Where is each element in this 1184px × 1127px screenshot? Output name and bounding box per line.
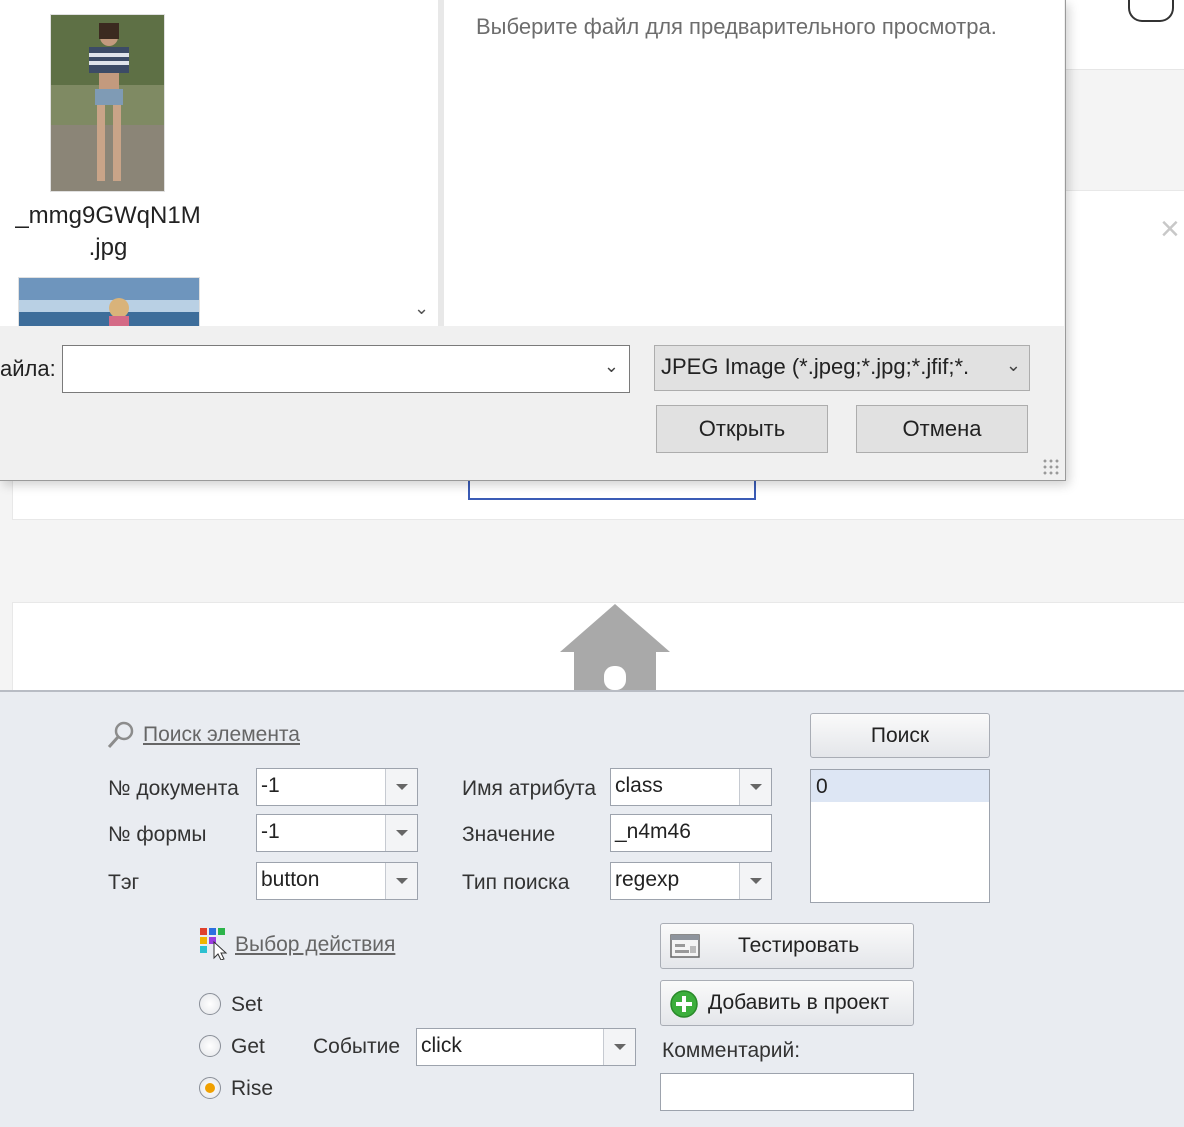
doc-number-value: -1	[261, 774, 280, 797]
event-combo[interactable]: click	[416, 1028, 636, 1066]
dropdown-arrow-icon[interactable]	[739, 769, 771, 805]
chevron-down-icon[interactable]: ⌄	[604, 356, 619, 377]
photo-image	[19, 278, 199, 326]
dropdown-arrow-icon[interactable]	[739, 863, 771, 899]
form-number-label: № формы	[108, 823, 207, 846]
radio-rise-label: Rise	[231, 1077, 274, 1100]
add-button-label: Добавить в проект	[708, 991, 890, 1014]
dropdown-arrow-icon[interactable]	[385, 863, 417, 899]
add-to-project-button[interactable]: Добавить в проект	[660, 980, 914, 1026]
file-type-value: JPEG Image (*.jpeg;*.jpg;*.jfif;*.	[661, 354, 970, 379]
radio-get[interactable]	[199, 1035, 221, 1057]
photo-image	[51, 15, 164, 191]
search-type-label: Тип поиска	[462, 871, 570, 894]
user-icon[interactable]	[1128, 0, 1174, 22]
tag-value: button	[261, 868, 320, 891]
dropdown-arrow-icon[interactable]	[385, 769, 417, 805]
action-select-link[interactable]: Выбор действия	[235, 933, 395, 957]
event-value: click	[421, 1034, 462, 1057]
filename-label: айла:	[0, 356, 56, 381]
doc-number-label: № документа	[108, 777, 239, 800]
attr-name-label: Имя атрибута	[462, 777, 597, 800]
resize-grip-icon[interactable]	[1042, 458, 1060, 476]
attr-name-value: class	[615, 774, 663, 797]
attr-name-combo[interactable]: class	[610, 768, 772, 806]
preview-pane: Выберите файл для предварительного просм…	[444, 0, 1064, 326]
doc-number-combo[interactable]: -1	[256, 768, 418, 806]
dropdown-arrow-icon[interactable]	[603, 1029, 635, 1065]
file-type-select[interactable]: JPEG Image (*.jpeg;*.jpg;*.jfif;*. ⌄	[654, 345, 1030, 391]
tag-combo[interactable]: button	[256, 862, 418, 900]
search-element-link[interactable]: Поиск элемента	[143, 723, 300, 747]
open-button[interactable]: Открыть	[656, 405, 828, 453]
close-icon[interactable]: ×	[1160, 212, 1180, 246]
form-number-combo[interactable]: -1	[256, 814, 418, 852]
file-list[interactable]: _mmg9GWqN1M .jpg ⌄	[0, 0, 438, 326]
results-list[interactable]: 0	[810, 769, 990, 903]
attr-value-field[interactable]: _n4m46	[610, 814, 772, 852]
add-icon	[670, 990, 698, 1018]
comment-field[interactable]	[660, 1073, 914, 1111]
comment-label: Комментарий:	[662, 1039, 801, 1062]
file-name-line1: _mmg9GWqN1M	[15, 202, 201, 229]
radio-rise[interactable]	[199, 1077, 221, 1099]
dropdown-arrow-icon[interactable]	[385, 815, 417, 851]
search-type-value: regexp	[615, 868, 680, 891]
preview-message: Выберите файл для предварительного просм…	[476, 14, 997, 39]
file-thumbnail[interactable]	[18, 277, 200, 326]
form-number-value: -1	[261, 820, 280, 843]
file-thumbnail[interactable]	[50, 14, 165, 192]
file-name[interactable]: _mmg9GWqN1M .jpg	[8, 200, 208, 264]
chevron-down-icon[interactable]: ⌄	[1001, 355, 1021, 376]
file-open-dialog: _mmg9GWqN1M .jpg ⌄ Выберите файл для пре…	[0, 0, 1066, 481]
attr-value-label: Значение	[462, 823, 556, 846]
scroll-down-icon[interactable]: ⌄	[414, 298, 429, 319]
list-item[interactable]: 0	[811, 770, 989, 802]
search-button[interactable]: Поиск	[810, 713, 990, 758]
test-button-label: Тестировать	[738, 934, 860, 957]
filename-field[interactable]: ⌄	[62, 345, 630, 393]
search-type-combo[interactable]: regexp	[610, 862, 772, 900]
file-name-line2: .jpg	[88, 234, 128, 261]
browser-window-icon	[670, 934, 700, 958]
cancel-button[interactable]: Отмена	[856, 405, 1028, 453]
home-icon	[560, 604, 670, 690]
radio-set[interactable]	[199, 993, 221, 1015]
radio-set-label: Set	[231, 993, 263, 1016]
radio-get-label: Get	[231, 1035, 265, 1058]
test-button[interactable]: Тестировать	[660, 923, 914, 969]
tag-label: Тэг	[108, 871, 140, 894]
event-label: Событие	[313, 1035, 400, 1058]
action-select-icon	[200, 928, 228, 960]
magnifier-icon	[107, 721, 134, 749]
